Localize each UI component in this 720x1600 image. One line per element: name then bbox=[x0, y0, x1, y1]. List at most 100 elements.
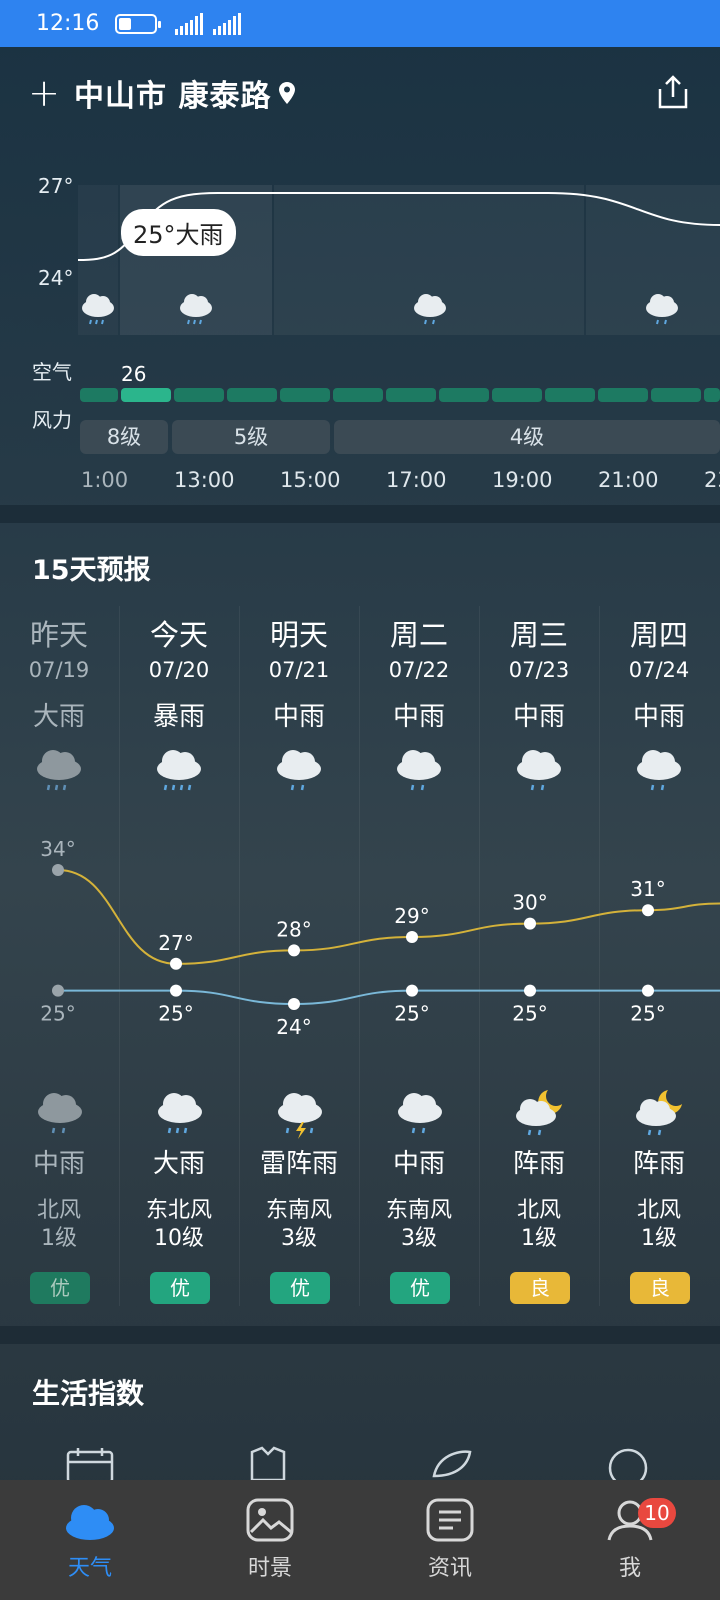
tab-me[interactable]: 我 10 bbox=[540, 1480, 720, 1600]
day-weather: 暴雨 bbox=[152, 702, 205, 732]
tab-news[interactable]: 资讯 bbox=[360, 1480, 540, 1600]
wind-level-bar: 8级 bbox=[80, 420, 168, 454]
y-label-low: 24° bbox=[38, 266, 74, 290]
rain-icon bbox=[646, 294, 678, 325]
tab-label: 时景 bbox=[247, 1556, 292, 1581]
low-temp-label: 24° bbox=[276, 1015, 311, 1039]
wind-info: 北风 1级 bbox=[600, 1197, 718, 1253]
heavy-rain-icon bbox=[158, 1093, 202, 1134]
section-divider bbox=[0, 1326, 720, 1344]
wind-info: 北风 1级 bbox=[480, 1197, 598, 1253]
low-temp-point bbox=[406, 984, 418, 997]
signal-4g-icon bbox=[175, 12, 204, 35]
night-weather: 中雨 bbox=[32, 1149, 85, 1179]
low-temp-label: 25° bbox=[394, 1002, 429, 1026]
aqi-bar bbox=[545, 388, 595, 402]
wind-info: 北风 1级 bbox=[0, 1197, 118, 1253]
day-name: 明天 bbox=[269, 618, 328, 652]
wind-level-bar: 5级 bbox=[172, 420, 330, 454]
wind-row-label: 风力 bbox=[32, 408, 72, 432]
wind-level: 1级 bbox=[641, 1226, 677, 1251]
moderate-rain-icon bbox=[397, 750, 441, 791]
location-pin-icon bbox=[279, 82, 296, 104]
day-date: 07/19 bbox=[28, 658, 90, 682]
day-weather: 中雨 bbox=[272, 702, 325, 732]
day-date: 07/22 bbox=[388, 658, 450, 682]
day-name: 周三 bbox=[509, 618, 568, 652]
hour-label: 13:00 bbox=[174, 468, 235, 492]
night-weather: 雷阵雨 bbox=[259, 1149, 338, 1179]
aqi-bar-selected bbox=[121, 388, 171, 402]
wind-level-bar: 4级 bbox=[334, 420, 720, 454]
wind-direction: 东南风 bbox=[265, 1198, 332, 1223]
aqi-badge: 优 bbox=[270, 1272, 330, 1304]
battery-icon bbox=[115, 13, 162, 34]
night-weather: 阵雨 bbox=[512, 1149, 565, 1179]
high-temp-point bbox=[524, 917, 536, 930]
hour-label: 15:00 bbox=[280, 468, 341, 492]
wind-direction: 东南风 bbox=[385, 1198, 452, 1223]
high-temp-point bbox=[288, 944, 300, 957]
tab-label: 我 bbox=[618, 1556, 641, 1581]
wind-level: 1级 bbox=[521, 1226, 557, 1251]
wind-info: 东南风 3级 bbox=[360, 1197, 478, 1253]
day-weather: 大雨 bbox=[32, 702, 85, 732]
night-weather: 大雨 bbox=[152, 1149, 205, 1179]
moderate-rain-icon bbox=[517, 750, 561, 791]
aqi-bar bbox=[333, 388, 383, 402]
bottom-tab-bar: 天气 时景 资讯 我 10 bbox=[0, 1480, 720, 1600]
thunder-shower-icon bbox=[278, 1093, 322, 1139]
rain-icon bbox=[82, 294, 114, 325]
hour-label: 19:00 bbox=[492, 468, 553, 492]
wind-level: 3级 bbox=[401, 1226, 437, 1251]
high-temp-label: 27° bbox=[158, 931, 193, 955]
wind-direction: 东北风 bbox=[145, 1198, 212, 1223]
high-temp-label: 34° bbox=[40, 837, 75, 861]
section-divider bbox=[0, 505, 720, 523]
notification-badge: 10 bbox=[638, 1498, 676, 1528]
aqi-badge: 优 bbox=[30, 1272, 90, 1304]
fishing-icon[interactable] bbox=[428, 1446, 476, 1480]
hour-label: 21:00 bbox=[598, 468, 659, 492]
y-label-high: 27° bbox=[38, 174, 74, 198]
cloud-icon bbox=[66, 1505, 114, 1540]
moderate-rain-icon bbox=[38, 1093, 82, 1134]
news-icon bbox=[426, 1498, 474, 1542]
aqi-bar bbox=[280, 388, 330, 402]
wind-level: 3级 bbox=[281, 1226, 317, 1251]
day-weather: 中雨 bbox=[632, 702, 685, 732]
aqi-bar bbox=[651, 388, 701, 402]
night-weather: 中雨 bbox=[392, 1149, 445, 1179]
tab-scenery[interactable]: 时景 bbox=[180, 1480, 360, 1600]
wind-direction: 北风 bbox=[636, 1198, 681, 1223]
wind-info: 东南风 3级 bbox=[240, 1197, 358, 1253]
rain-icon bbox=[180, 294, 212, 325]
high-temp-point bbox=[170, 957, 182, 970]
day-weather: 中雨 bbox=[392, 702, 445, 732]
moderate-rain-icon bbox=[398, 1093, 442, 1134]
moderate-rain-icon bbox=[637, 750, 681, 791]
low-temp-point bbox=[288, 998, 300, 1010]
aqi-badge: 良 bbox=[510, 1272, 570, 1304]
tab-weather[interactable]: 天气 bbox=[0, 1480, 180, 1600]
hour-label: 1:00 bbox=[81, 468, 129, 492]
share-button[interactable] bbox=[654, 73, 692, 111]
forecast-title: 15天预报 bbox=[32, 555, 151, 586]
low-temp-label: 25° bbox=[630, 1002, 665, 1026]
wind-info: 东北风 10级 bbox=[120, 1197, 238, 1253]
tab-label: 天气 bbox=[67, 1556, 112, 1581]
clothing-icon[interactable] bbox=[244, 1446, 292, 1480]
hourly-temp-chart bbox=[78, 185, 720, 335]
calendar-icon[interactable] bbox=[66, 1446, 114, 1480]
day-date: 07/24 bbox=[628, 658, 690, 682]
location-title[interactable]: 中山市 康泰路 bbox=[74, 71, 271, 115]
circle-index-icon[interactable] bbox=[604, 1446, 652, 1480]
aqi-bar bbox=[174, 388, 224, 402]
high-temp-point bbox=[406, 931, 418, 943]
temperature-trend-chart: 34° 25° 27° 25° 28° 24° 29° 25° 30° 25° 31° 25° bbox=[40, 837, 720, 1039]
wind-direction: 北风 bbox=[516, 1198, 561, 1223]
aqi-bar bbox=[80, 388, 118, 402]
aqi-bar bbox=[386, 388, 436, 402]
add-city-button[interactable]: + bbox=[28, 74, 60, 112]
rain-icon bbox=[414, 294, 446, 325]
